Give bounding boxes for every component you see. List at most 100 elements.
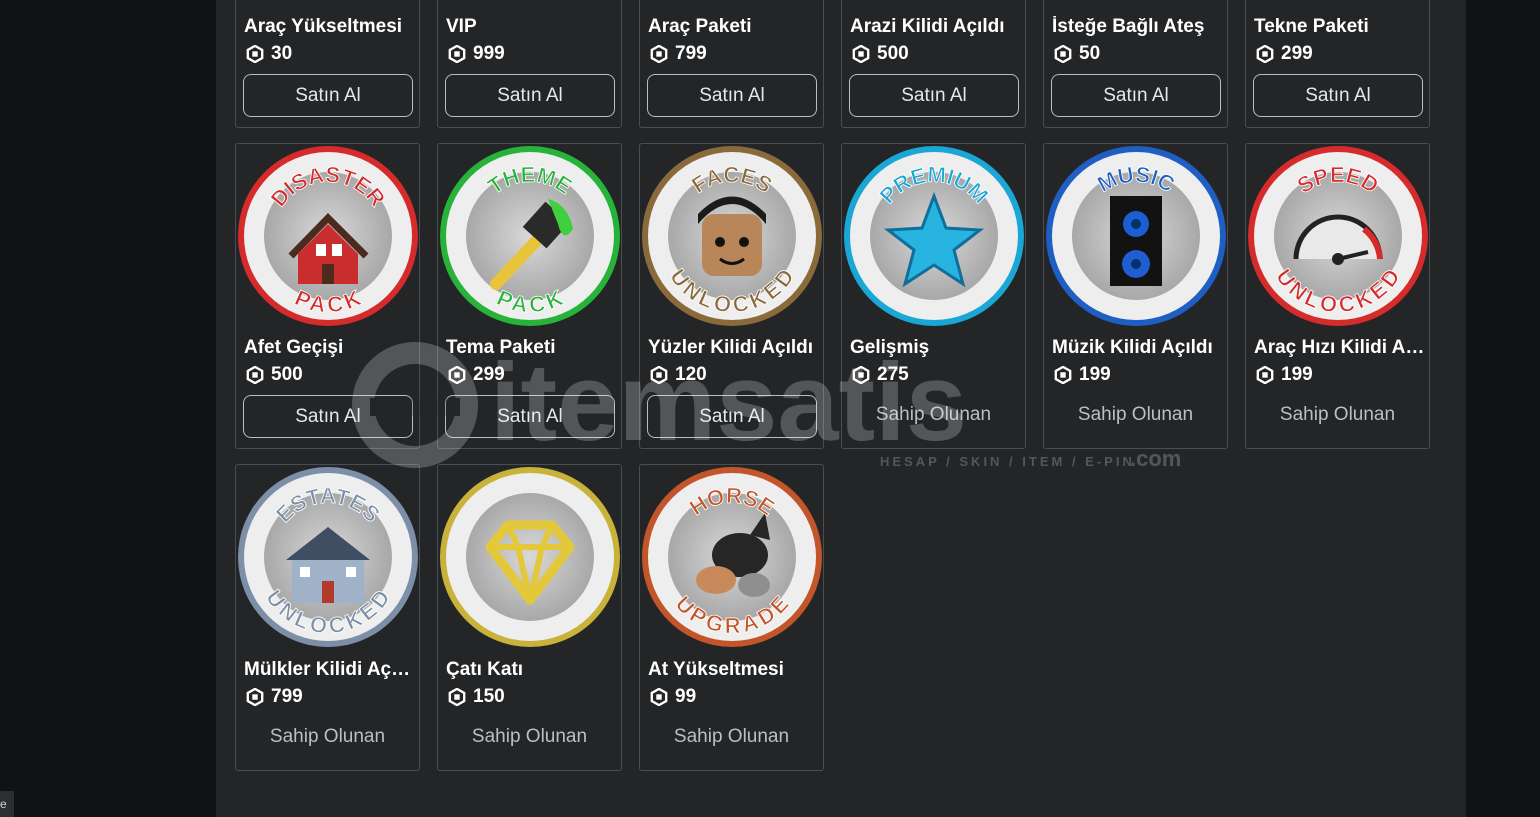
item-price: 150	[448, 686, 505, 708]
price-value: 299	[473, 364, 505, 385]
corner-tab[interactable]: e	[0, 791, 14, 817]
item-price: 30	[246, 43, 292, 65]
price-value: 799	[675, 43, 707, 64]
owned-status: Sahip Olunan	[1279, 404, 1396, 425]
price-value: 500	[877, 43, 909, 64]
owned-status: Sahip Olunan	[471, 726, 588, 747]
buy-button[interactable]: Satın Al	[243, 395, 413, 438]
item-price: 999	[448, 43, 505, 65]
item-price: 500	[852, 43, 909, 65]
gamepass-card[interactable]: DISASTER PACK Afet Geçişi 500 Satın Al	[235, 143, 420, 449]
buy-button[interactable]: Satın Al	[243, 74, 413, 117]
price-value: 299	[1281, 43, 1313, 64]
item-price: 120	[650, 364, 707, 386]
gamepass-card[interactable]: Çatı Katı 150 Sahip Olunan	[437, 464, 622, 771]
item-name: Müzik Kilidi Açıldı	[1052, 337, 1213, 358]
price-value: 150	[473, 686, 505, 707]
price-value: 199	[1281, 364, 1313, 385]
gamepass-card[interactable]: Araç Paketi 799 Satın Al	[639, 0, 824, 128]
mansion-badge-icon: ESTATESUNLOCKED	[238, 467, 418, 647]
price-value: 999	[473, 43, 505, 64]
robux-icon	[852, 366, 870, 384]
robux-icon	[650, 366, 668, 384]
buy-button[interactable]: Satın Al	[445, 74, 615, 117]
item-name: Yüzler Kilidi Açıldı	[648, 337, 814, 358]
gamepass-card[interactable]: ESTATES UNLOCKED Mülkler Kilidi Açıldı 799 S…	[235, 464, 420, 771]
gamepass-card[interactable]: Arazi Kilidi Açıldı 500 Satın Al	[841, 0, 1026, 128]
gamepass-card[interactable]: VIP 999 Satın Al	[437, 0, 622, 128]
item-name: VIP	[446, 16, 477, 37]
item-name: Araç Paketi	[648, 16, 752, 37]
buy-button[interactable]: Satın Al	[849, 74, 1019, 117]
robux-icon	[448, 45, 466, 63]
gamepass-card[interactable]: THEME PACK Tema Paketi 299 Satın Al	[437, 143, 622, 449]
robux-icon	[650, 688, 668, 706]
price-value: 799	[271, 686, 303, 707]
item-price: 299	[1256, 43, 1313, 65]
gamepass-card[interactable]: SPEED UNLOCKED Araç Hızı Kilidi Açıldı 199 S…	[1245, 143, 1430, 449]
price-value: 30	[271, 43, 293, 64]
gamepass-card[interactable]: MUSIC Müzik Kilidi Açıldı 199 Sahip Olunan	[1043, 143, 1228, 449]
buy-button[interactable]: Satın Al	[1051, 74, 1221, 117]
face-badge-icon: FACESUNLOCKED	[642, 146, 822, 326]
owned-status: Sahip Olunan	[673, 726, 790, 747]
gamepass-card[interactable]: Araç Yükseltmesi 30 Satın Al	[235, 0, 420, 128]
price-value: 99	[675, 686, 697, 707]
item-price: 799	[650, 43, 707, 65]
robux-icon	[650, 45, 668, 63]
diamond-badge-icon	[440, 467, 620, 647]
gamepass-card[interactable]: HORSE UPGRADE At Yükseltmesi 99 Sahip Olunan	[639, 464, 824, 771]
item-price: 199	[1256, 364, 1313, 386]
item-name: Arazi Kilidi Açıldı	[850, 16, 1005, 37]
robux-icon	[1054, 45, 1072, 63]
house-badge-icon: DISASTERPACK	[238, 146, 418, 326]
robux-icon	[1256, 366, 1274, 384]
price-value: 120	[675, 364, 707, 385]
item-price: 500	[246, 364, 303, 386]
gamepass-card[interactable]: Tekne Paketi 299 Satın Al	[1245, 0, 1430, 128]
item-name: Gelişmiş	[850, 337, 930, 358]
item-price: 50	[1054, 43, 1100, 65]
gamepass-card[interactable]: İsteğe Bağlı Ateş 50 Satın Al	[1043, 0, 1228, 128]
speaker-badge-icon: MUSIC	[1046, 146, 1226, 326]
robux-icon	[246, 366, 264, 384]
gauge-badge-icon: SPEEDUNLOCKED	[1248, 146, 1428, 326]
item-name: Tema Paketi	[446, 337, 556, 358]
buy-button[interactable]: Satın Al	[647, 74, 817, 117]
robux-icon	[1054, 366, 1072, 384]
horse-badge-icon: HORSEUPGRADE	[642, 467, 822, 647]
price-value: 275	[877, 364, 909, 385]
price-value: 50	[1079, 43, 1101, 64]
robux-icon	[448, 688, 466, 706]
gamepass-card[interactable]: PREMIUM Gelişmiş 275 Sahip Olunan	[841, 143, 1026, 449]
item-name: Çatı Katı	[446, 659, 524, 680]
robux-icon	[852, 45, 870, 63]
price-value: 199	[1079, 364, 1111, 385]
owned-status: Sahip Olunan	[269, 726, 386, 747]
robux-icon	[1256, 45, 1274, 63]
item-price: 299	[448, 364, 505, 386]
owned-status: Sahip Olunan	[875, 404, 992, 425]
star-badge-icon: PREMIUM	[844, 146, 1024, 326]
brush-badge-icon: THEMEPACK	[440, 146, 620, 326]
buy-button[interactable]: Satın Al	[647, 395, 817, 438]
item-name: Mülkler Kilidi Açıldı	[244, 659, 415, 680]
item-name: Araç Yükseltmesi	[244, 16, 403, 37]
owned-status: Sahip Olunan	[1077, 404, 1194, 425]
robux-icon	[246, 688, 264, 706]
robux-icon	[448, 366, 466, 384]
item-name: Afet Geçişi	[244, 337, 344, 358]
item-name: Araç Hızı Kilidi Açıldı	[1254, 337, 1425, 358]
item-price: 199	[1054, 364, 1111, 386]
price-value: 500	[271, 364, 303, 385]
item-price: 99	[650, 686, 696, 708]
buy-button[interactable]: Satın Al	[1253, 74, 1423, 117]
item-price: 799	[246, 686, 303, 708]
item-name: Tekne Paketi	[1254, 16, 1369, 37]
buy-button[interactable]: Satın Al	[445, 395, 615, 438]
item-name: İsteğe Bağlı Ateş	[1052, 16, 1205, 37]
item-name: At Yükseltmesi	[648, 659, 784, 680]
gamepass-card[interactable]: FACES UNLOCKED Yüzler Kilidi Açıldı 120 Satı…	[639, 143, 824, 449]
item-price: 275	[852, 364, 909, 386]
robux-icon	[246, 45, 264, 63]
